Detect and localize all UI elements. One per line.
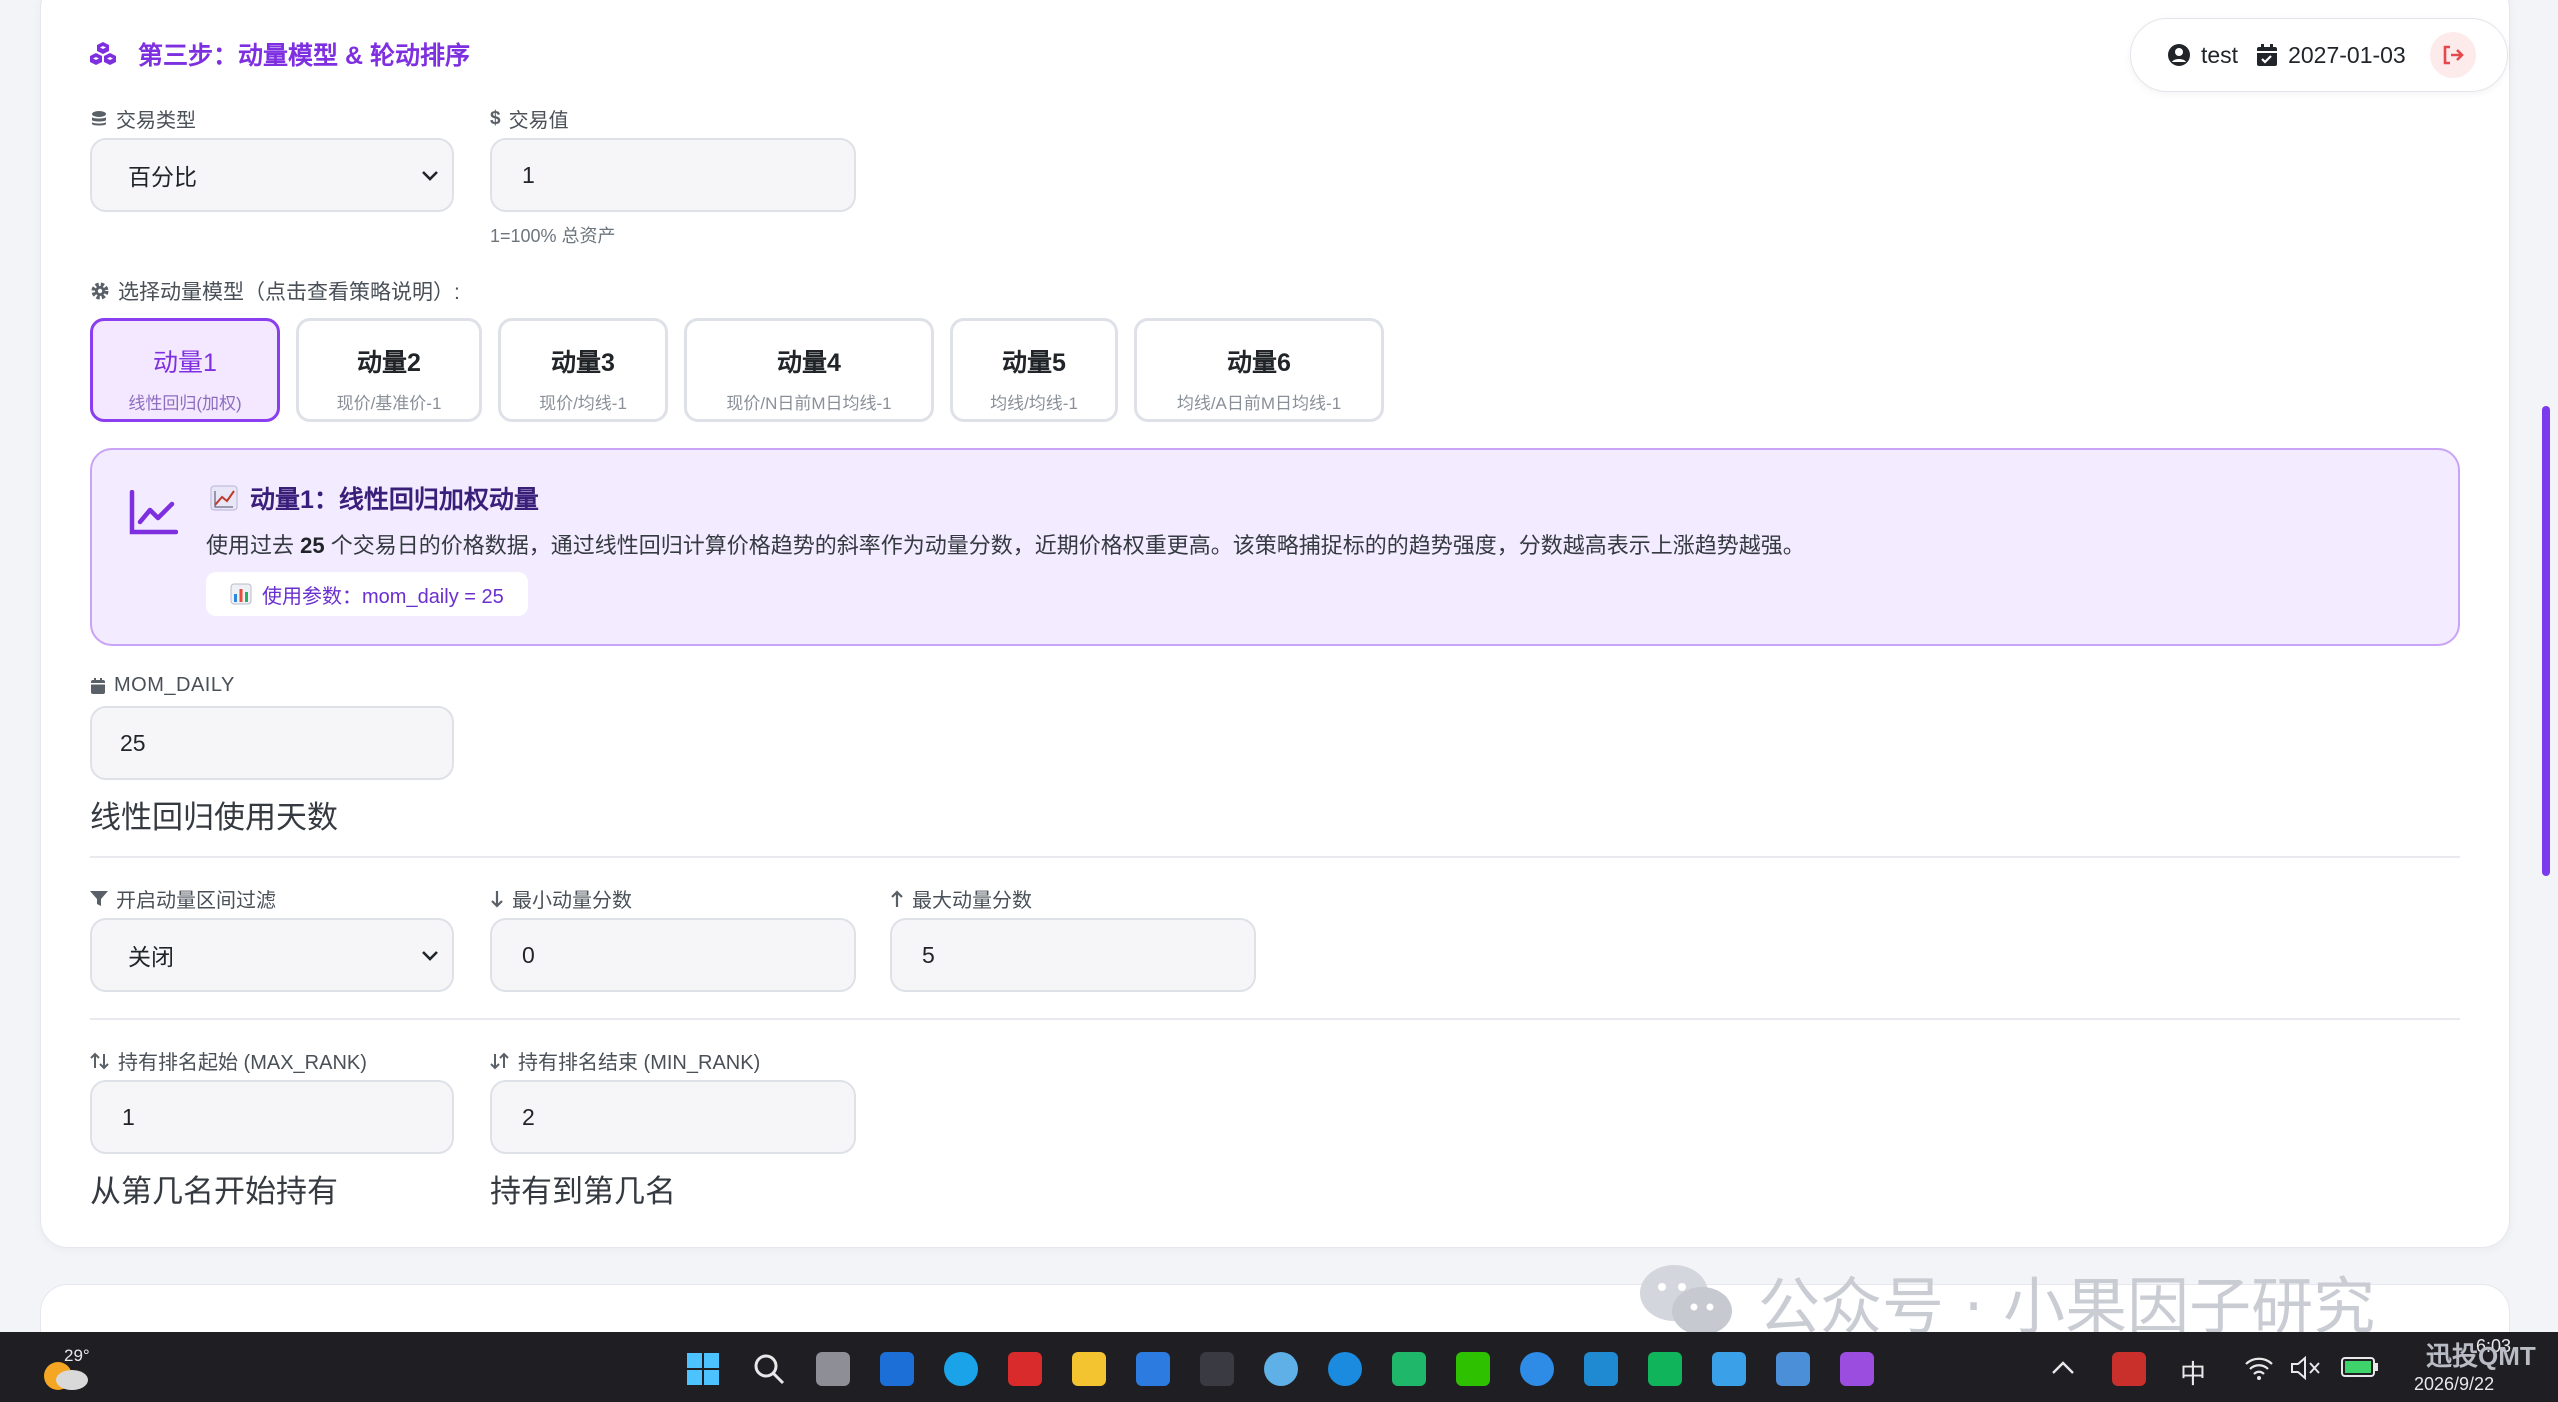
gear-icon (90, 281, 110, 301)
description-title: 动量1：线性回归加权动量 (210, 480, 539, 516)
mom-daily-hint: 线性回归使用天数 (90, 800, 338, 835)
search-app-icon[interactable] (1520, 1352, 1554, 1386)
trade-value-hint: 1=100% 总资产 (490, 226, 616, 246)
browser-icon[interactable] (1264, 1352, 1298, 1386)
section-title: 第三步：动量模型 & 轮动排序 (88, 36, 470, 72)
user-circle-icon (2167, 43, 2191, 67)
trade-value-input[interactable]: 1 (490, 138, 856, 212)
model-button-1[interactable]: 动量1 线性回归(加权) (90, 318, 280, 422)
mom-daily-label: MOM_DAILY (90, 674, 235, 697)
max-score-label: 最大动量分数 (890, 884, 1032, 913)
chevron-up-icon[interactable] (2050, 1358, 2076, 1378)
wechat-taskbar-icon[interactable] (1456, 1352, 1490, 1386)
outlook-icon[interactable] (880, 1352, 914, 1386)
sort-numeric-icon (90, 1052, 110, 1070)
filter-enable-select[interactable]: 关闭 (90, 918, 454, 992)
edge-icon[interactable] (944, 1352, 978, 1386)
rank-end-label: 持有排名结束 (MIN_RANK) (490, 1046, 760, 1075)
edge-ai-icon[interactable] (1328, 1352, 1362, 1386)
rank-end-hint: 持有到第几名 (490, 1174, 676, 1209)
model-select-label: 选择动量模型（点击查看策略说明）: (90, 276, 460, 306)
model-button-5[interactable]: 动量5 均线/均线-1 (950, 318, 1118, 422)
qmt-brand-watermark: 迅投QMT (2426, 1341, 2536, 1371)
search-icon[interactable] (752, 1352, 786, 1386)
tray-app-icon[interactable] (2112, 1352, 2146, 1386)
trade-value-label: $ 交易值 (490, 107, 569, 133)
min-score-label: 最小动量分数 (490, 884, 632, 913)
store-icon[interactable] (1136, 1352, 1170, 1386)
chart-increasing-icon (210, 485, 238, 511)
section-title-text: 第三步：动量模型 & 轮动排序 (138, 42, 470, 70)
dollar-icon: $ (490, 107, 501, 129)
arrow-up-icon (890, 889, 904, 908)
section-divider (90, 1018, 2460, 1020)
description-text: 使用过去 25 个交易日的价格数据，通过线性回归计算价格趋势的斜率作为动量分数，… (206, 533, 1805, 558)
app-purple-icon[interactable] (1840, 1352, 1874, 1386)
section-divider (90, 856, 2460, 858)
username: test (2201, 41, 2239, 68)
rank-start-input[interactable]: 1 (90, 1080, 454, 1154)
folder-icon[interactable] (1072, 1352, 1106, 1386)
model-button-6[interactable]: 动量6 均线/A日前M日均线-1 (1134, 318, 1384, 422)
mom-daily-input[interactable]: 25 (90, 706, 454, 780)
cubes-icon (88, 41, 118, 67)
ime-indicator[interactable]: 中 (2180, 1354, 2206, 1391)
model-description-box: 动量1：线性回归加权动量 使用过去 25 个交易日的价格数据，通过线性回归计算价… (90, 448, 2460, 646)
bar-chart-icon (230, 583, 252, 605)
battery-icon[interactable] (2340, 1354, 2380, 1380)
chevron-down-icon (422, 171, 438, 181)
wifi-icon[interactable] (2244, 1356, 2274, 1380)
chart-line-icon (128, 490, 178, 536)
windows-start-icon[interactable] (686, 1352, 720, 1386)
trade-type-label: 交易类型 (90, 104, 196, 133)
clock-date[interactable]: 2026/9/22 (2414, 1374, 2494, 1395)
windows-taskbar: 29° 中 6:03 2026/9/22 迅投QMT (0, 1332, 2558, 1402)
arrow-down-icon (490, 890, 504, 908)
weather-temp: 29° (64, 1346, 90, 1365)
min-score-input[interactable]: 0 (490, 918, 856, 992)
notepad-icon[interactable] (1776, 1352, 1810, 1386)
current-date: 2027-01-03 (2288, 41, 2406, 68)
max-score-input[interactable]: 5 (890, 918, 1256, 992)
coins-icon (90, 110, 108, 128)
rank-start-label: 持有排名起始 (MAX_RANK) (90, 1046, 367, 1075)
page-scrollbar[interactable] (2542, 406, 2550, 876)
trade-type-select[interactable]: 百分比 (90, 138, 454, 212)
task-view-icon[interactable] (816, 1352, 850, 1386)
wps-icon[interactable] (1008, 1352, 1042, 1386)
filter-enable-label: 开启动量区间过滤 (90, 884, 276, 913)
wechat-icon (1640, 1265, 1732, 1335)
user-info-pill: test 2027-01-03 (2130, 18, 2508, 92)
calendar-icon (90, 677, 106, 695)
model-button-3[interactable]: 动量3 现价/均线-1 (498, 318, 668, 422)
vscode-icon[interactable] (1584, 1352, 1618, 1386)
rank-start-hint: 从第几名开始持有 (90, 1174, 338, 1209)
calendar-check-icon (2256, 43, 2278, 67)
sign-out-icon (2443, 45, 2464, 65)
filter-icon (90, 890, 108, 907)
chevron-down-icon (422, 951, 438, 961)
chat-icon[interactable] (1648, 1352, 1682, 1386)
tool-icon[interactable] (1712, 1352, 1746, 1386)
sort-numeric-down-icon (490, 1052, 510, 1070)
logout-button[interactable] (2429, 32, 2476, 78)
model-button-4[interactable]: 动量4 现价/N日前M日均线-1 (684, 318, 934, 422)
rank-end-input[interactable]: 2 (490, 1080, 856, 1154)
model-button-2[interactable]: 动量2 现价/基准价-1 (296, 318, 482, 422)
app-viewport: 第三步：动量模型 & 轮动排序 test 2027-01-03 交易类型 百分比… (0, 0, 2558, 1344)
mail-icon[interactable] (1392, 1352, 1426, 1386)
param-chip: 使用参数：mom_daily = 25 (206, 572, 528, 616)
app-icon[interactable] (1200, 1352, 1234, 1386)
volume-mute-icon[interactable] (2290, 1356, 2322, 1380)
